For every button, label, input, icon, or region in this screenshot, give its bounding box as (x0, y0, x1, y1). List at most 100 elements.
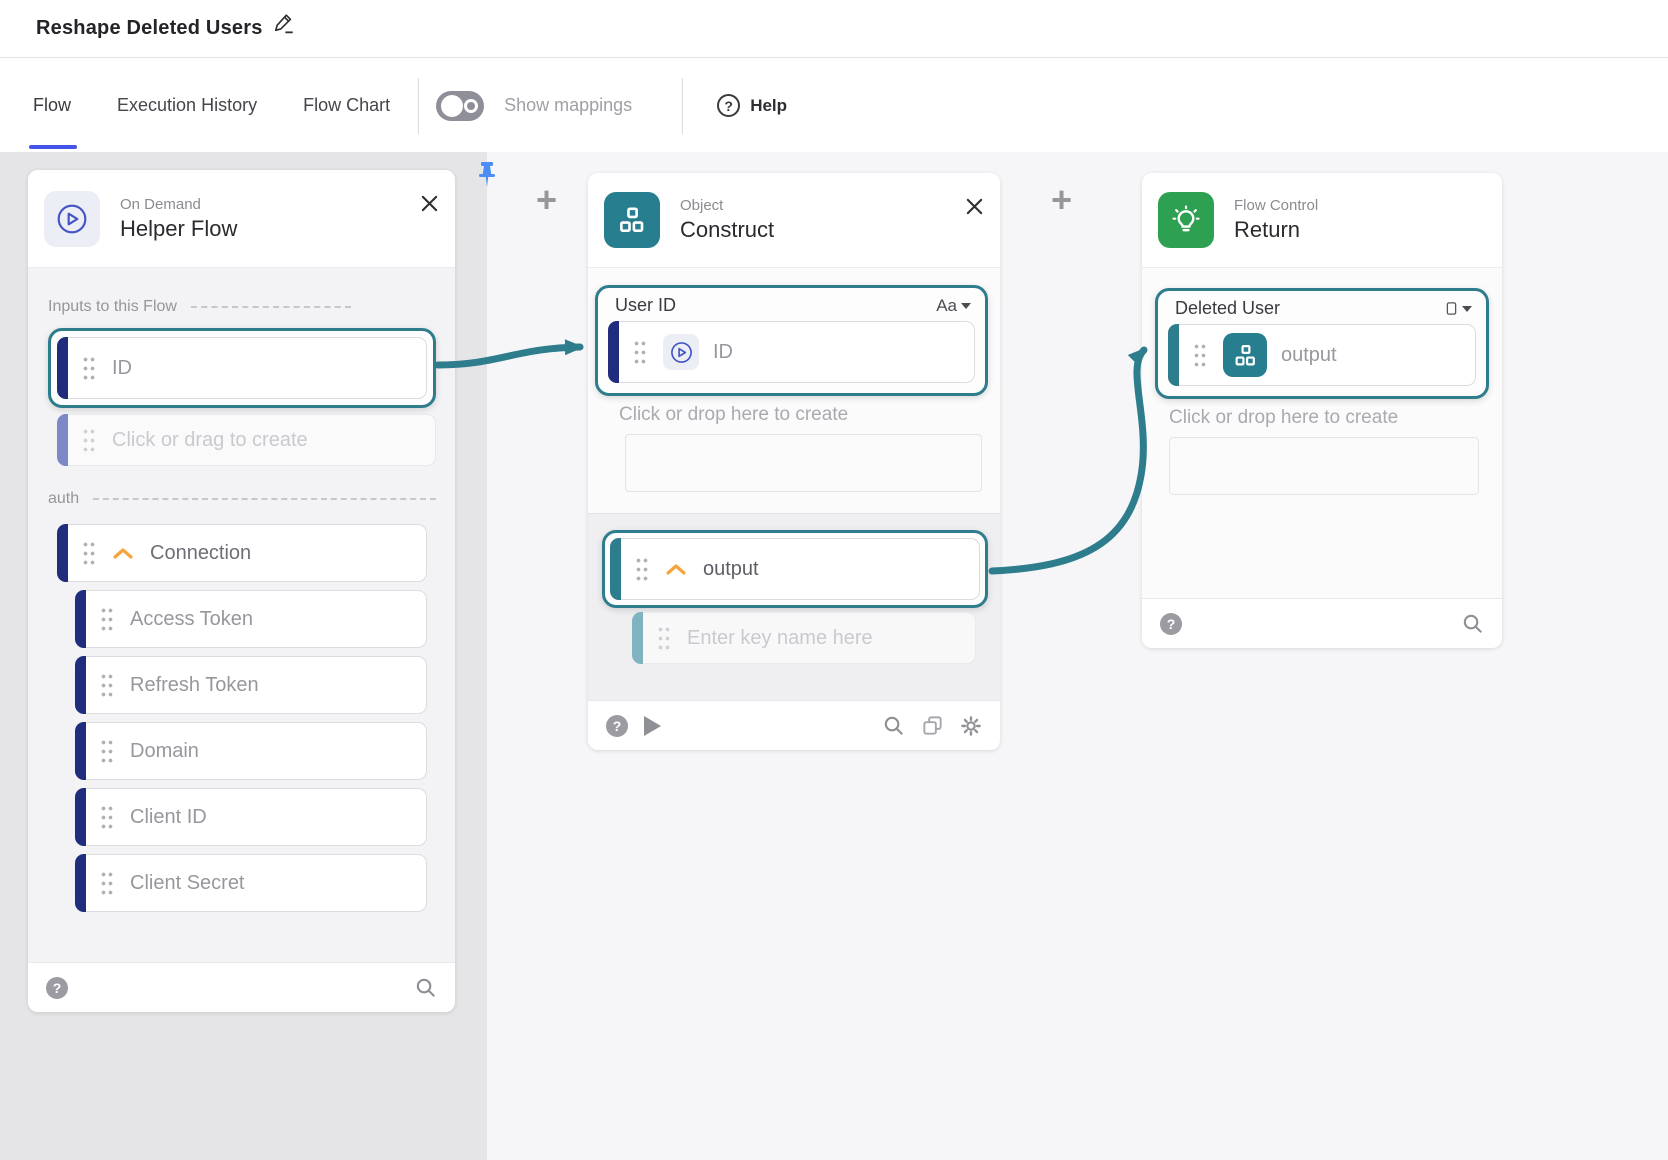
field-bar (57, 524, 68, 582)
field-bar (632, 612, 643, 664)
help-circle-icon[interactable]: ? (1160, 613, 1182, 635)
drag-handle-icon[interactable] (635, 556, 649, 583)
show-mappings-toggle[interactable] (436, 91, 484, 121)
user-id-mapped-field[interactable]: ID (608, 321, 975, 383)
drag-handle-icon[interactable] (82, 355, 96, 382)
page-title: Reshape Deleted Users (36, 17, 263, 40)
refresh-token-label: Refresh Token (130, 674, 259, 697)
edit-title-icon[interactable] (273, 12, 295, 39)
tab-flow-chart[interactable]: Flow Chart (303, 59, 390, 152)
client-secret-field[interactable]: Client Secret (75, 854, 427, 912)
add-step-button-2[interactable]: + (1051, 179, 1072, 221)
connection-label: Connection (150, 542, 251, 565)
user-id-mapped-group: User ID Aa ID (595, 285, 988, 396)
refresh-token-field[interactable]: Refresh Token (75, 656, 427, 714)
flow-control-bulb-icon (1158, 192, 1214, 248)
drop-target-box[interactable] (625, 434, 982, 492)
output-field[interactable]: output (610, 538, 980, 600)
domain-field[interactable]: Domain (75, 722, 427, 780)
drag-handle-icon (657, 625, 671, 652)
drag-handle-icon[interactable] (100, 738, 114, 765)
dashed-line (93, 498, 436, 500)
client-secret-label: Client Secret (130, 872, 245, 895)
tab-execution-history[interactable]: Execution History (117, 59, 257, 152)
field-bar (1168, 324, 1179, 386)
return-body: Deleted User (1142, 268, 1502, 598)
deleted-user-mapped-group: Deleted User (1155, 288, 1489, 399)
field-bar (75, 590, 86, 648)
drag-handle-icon[interactable] (100, 804, 114, 831)
drop-target-box[interactable] (1169, 437, 1479, 495)
chevron-down-icon (961, 303, 971, 309)
dashed-line (191, 306, 351, 308)
client-id-label: Client ID (130, 806, 207, 829)
type-selector-button[interactable] (1444, 301, 1472, 316)
return-card: Flow Control Return Deleted User (1142, 173, 1502, 648)
object-type-icon (1444, 301, 1459, 316)
create-input-ghost-field[interactable]: Click or drag to create (57, 414, 436, 466)
domain-label: Domain (130, 740, 199, 763)
field-bar (610, 538, 621, 600)
field-bar (75, 788, 86, 846)
add-step-button-1[interactable]: + (536, 179, 557, 221)
output-mapped-group: output (602, 530, 988, 608)
construct-header: Object Construct (588, 173, 1000, 268)
drag-handle-icon[interactable] (100, 870, 114, 897)
drag-handle-icon[interactable] (100, 606, 114, 633)
tab-bar: Flow Execution History Flow Chart Show m… (0, 59, 1668, 152)
construct-source-icon (1223, 333, 1267, 377)
search-icon[interactable] (414, 976, 437, 999)
search-icon[interactable] (1461, 612, 1484, 635)
chevron-up-icon (665, 562, 687, 576)
object-construct-icon (604, 192, 660, 248)
help-circle-icon[interactable]: ? (606, 715, 628, 737)
return-footer: ? (1142, 598, 1502, 648)
drag-handle-icon[interactable] (1193, 342, 1207, 369)
drop-hint-text: Click or drop here to create (1169, 407, 1489, 429)
user-id-label: User ID (615, 295, 676, 316)
help-circle-icon[interactable]: ? (46, 977, 68, 999)
inputs-section-label: Inputs to this Flow (48, 298, 177, 316)
field-bar (75, 722, 86, 780)
help-button[interactable]: ? Help (717, 94, 787, 117)
helper-flow-card: On Demand Helper Flow Inputs to this Flo… (28, 170, 455, 1012)
copy-icon[interactable] (921, 714, 944, 737)
tab-flow[interactable]: Flow (33, 59, 71, 152)
construct-properties-body: User ID Aa ID Clic (588, 268, 1000, 513)
search-icon[interactable] (882, 714, 905, 737)
field-bar (75, 656, 86, 714)
inputs-section-row: Inputs to this Flow (48, 298, 436, 316)
helper-flow-footer: ? (28, 962, 455, 1012)
access-token-field[interactable]: Access Token (75, 590, 427, 648)
return-title: Return (1234, 217, 1318, 243)
id-field[interactable]: ID (57, 337, 427, 399)
id-mapped-group: ID (48, 328, 436, 408)
connection-field[interactable]: Connection (57, 524, 427, 582)
helper-category: On Demand (120, 196, 237, 213)
type-selector-text[interactable]: Aa (936, 296, 971, 316)
return-category: Flow Control (1234, 197, 1318, 214)
construct-output-section: output Enter key name here (588, 513, 1000, 700)
output-value: output (703, 558, 759, 581)
access-token-label: Access Token (130, 608, 253, 631)
mapped-id-value: ID (713, 341, 733, 364)
construct-category: Object (680, 197, 774, 214)
field-bar (75, 854, 86, 912)
client-id-field[interactable]: Client ID (75, 788, 427, 846)
gear-icon[interactable] (960, 715, 982, 737)
return-header: Flow Control Return (1142, 173, 1502, 268)
close-icon[interactable] (420, 194, 439, 213)
field-bar (57, 414, 68, 466)
drag-handle-icon[interactable] (633, 339, 647, 366)
drag-handle-icon[interactable] (100, 672, 114, 699)
key-name-ghost-field[interactable]: Enter key name here (632, 612, 976, 664)
deleted-user-mapped-field[interactable]: output (1168, 324, 1476, 386)
helper-flow-header: On Demand Helper Flow (28, 170, 455, 268)
title-bar: Reshape Deleted Users (0, 0, 1668, 58)
show-mappings-label: Show mappings (504, 95, 632, 116)
run-step-icon[interactable] (644, 716, 661, 736)
close-icon[interactable] (965, 197, 984, 216)
pin-icon[interactable] (475, 162, 499, 188)
drag-handle-icon[interactable] (82, 540, 96, 567)
user-id-label-row: User ID Aa (598, 288, 985, 321)
